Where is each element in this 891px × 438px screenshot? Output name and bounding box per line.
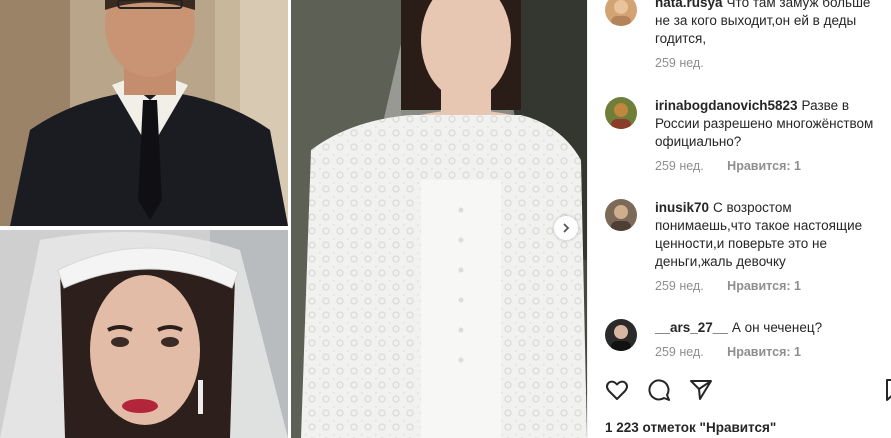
photo-groom: [0, 0, 288, 226]
likes-count[interactable]: 1 223 отметок "Нравится": [605, 420, 776, 435]
post-media: [0, 0, 587, 438]
photo-bride-dress: [291, 0, 587, 438]
comment-time[interactable]: 259 нед.: [655, 279, 704, 293]
comment-text: irinabogdanovich5823 Разве в России разре…: [655, 97, 887, 151]
comment-time[interactable]: 259 нед.: [655, 159, 704, 173]
comment-time[interactable]: 259 нед.: [655, 56, 704, 70]
bookmark-icon[interactable]: [885, 378, 891, 402]
comment-username[interactable]: nata.rusya: [655, 0, 723, 10]
comment-likes[interactable]: Нравится: 1: [727, 345, 801, 359]
comment-username[interactable]: __ars_27__: [655, 320, 728, 335]
comment-meta: 259 нед.: [655, 56, 724, 70]
chevron-right-icon[interactable]: [554, 216, 578, 240]
comment-meta: 259 нед. Нравится: 1: [655, 345, 821, 359]
comment-username[interactable]: inusik70: [655, 200, 709, 215]
avatar[interactable]: [605, 199, 637, 231]
comment-icon[interactable]: [647, 378, 671, 402]
comment-text: __ars_27__ А он чеченец?: [655, 319, 887, 337]
post-actions: [605, 378, 713, 402]
comment-meta: 259 нед. Нравится: 1: [655, 159, 821, 173]
avatar[interactable]: [605, 97, 637, 129]
comment-content: А он чеченец?: [731, 320, 823, 335]
comment-likes[interactable]: Нравится: 1: [727, 279, 801, 293]
photo-bride-portrait: [0, 230, 288, 438]
comment-likes[interactable]: Нравится: 1: [727, 159, 801, 173]
comment-meta: 259 нед. Нравится: 1: [655, 279, 821, 293]
comment-username[interactable]: irinabogdanovich5823: [655, 98, 798, 113]
avatar[interactable]: [605, 0, 637, 26]
avatar[interactable]: [605, 319, 637, 351]
share-icon[interactable]: [689, 378, 713, 402]
comment-text: nata.rusya Что там замуж больше не за ког…: [655, 0, 887, 48]
heart-icon[interactable]: [605, 378, 629, 402]
comment-text: inusik70 С возростом понимаешь,что такое …: [655, 199, 887, 271]
comments-panel: nata.rusya Что там замуж больше не за ког…: [587, 0, 891, 438]
comment-time[interactable]: 259 нед.: [655, 345, 704, 359]
